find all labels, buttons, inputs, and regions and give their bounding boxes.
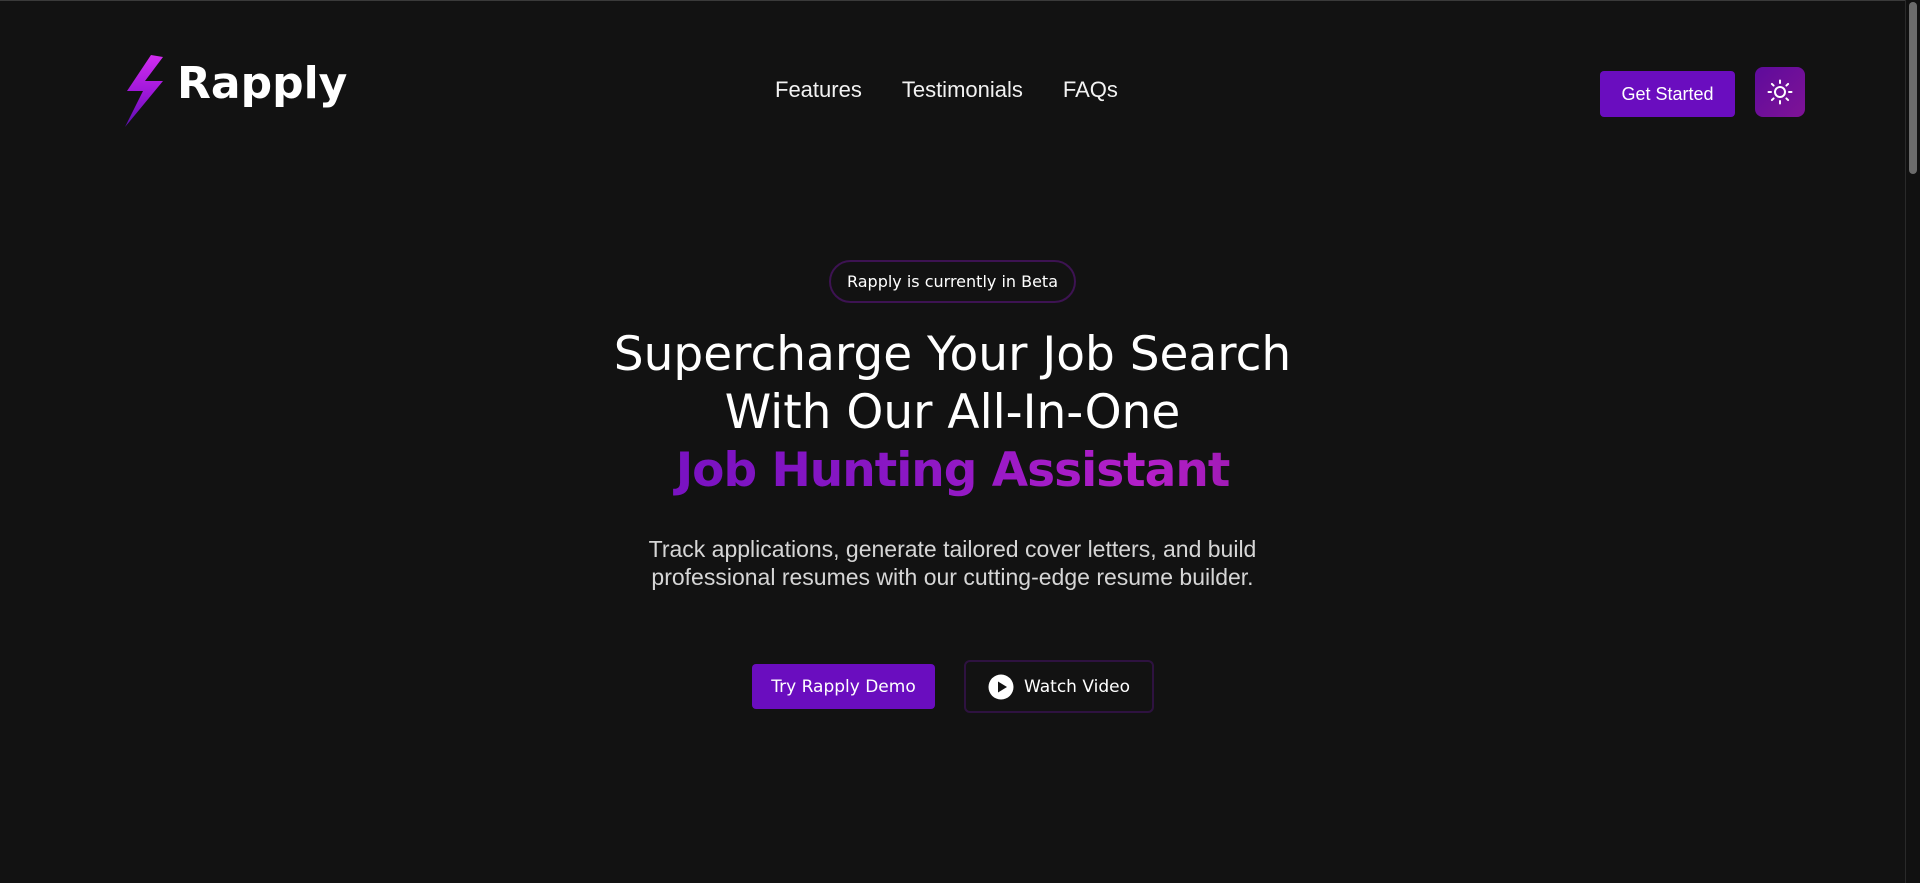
hero-headline: Supercharge Your Job Search With Our All… — [460, 326, 1445, 500]
nav-item-testimonials[interactable]: Testimonials — [902, 77, 1023, 103]
nav-item-features[interactable]: Features — [775, 77, 862, 103]
headline-accent: Job Hunting Assistant — [460, 442, 1445, 500]
brand-logo[interactable]: Rapply — [123, 55, 347, 127]
brand-name: Rapply — [177, 57, 348, 109]
subtitle-line-1: Track applications, generate tailored co… — [648, 536, 1257, 562]
watch-video-label: Watch Video — [1024, 676, 1130, 697]
scrollbar-thumb[interactable] — [1909, 2, 1917, 174]
play-icon — [988, 674, 1014, 699]
hero-subtitle: Track applications, generate tailored co… — [560, 535, 1345, 591]
headline-line-1: Supercharge Your Job Search — [613, 327, 1292, 382]
headline-line-2: With Our All-In-One — [724, 385, 1181, 440]
page: Rapply Features Testimonials FAQs Get St… — [0, 0, 1905, 883]
theme-toggle-button[interactable] — [1755, 67, 1805, 117]
nav-item-faqs[interactable]: FAQs — [1063, 77, 1118, 103]
main-nav: Features Testimonials FAQs — [775, 77, 1118, 103]
subtitle-line-2: professional resumes with our cutting-ed… — [651, 564, 1254, 590]
page-scrollbar[interactable] — [1905, 0, 1920, 883]
try-demo-button[interactable]: Try Rapply Demo — [752, 664, 935, 709]
watch-video-button[interactable]: Watch Video — [964, 660, 1154, 713]
get-started-button[interactable]: Get Started — [1600, 71, 1735, 117]
lightning-bolt-icon — [125, 55, 163, 127]
beta-badge: Rapply is currently in Beta — [829, 260, 1076, 303]
sun-icon — [1767, 79, 1793, 105]
